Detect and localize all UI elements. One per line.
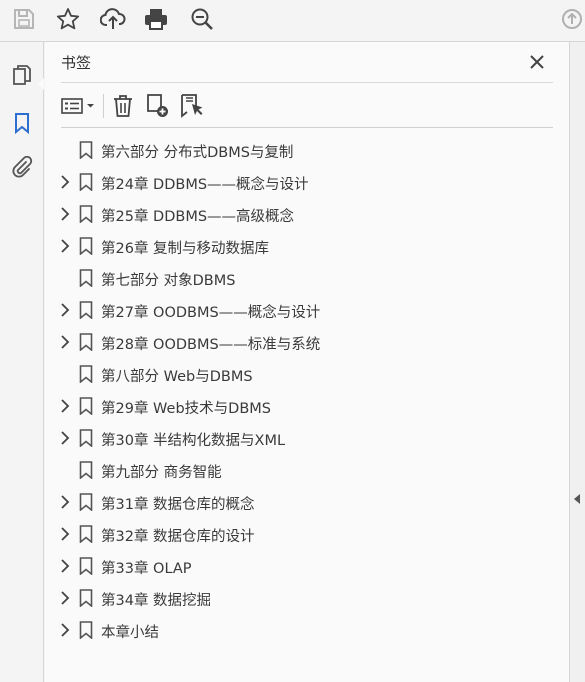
bookmark-label[interactable]: 第26章 复制与移动数据库 (101, 237, 269, 258)
bookmark-icon (79, 461, 93, 480)
bookmark-item[interactable]: 第30章 半结构化数据与XML (45, 422, 569, 454)
upload-cloud-icon[interactable] (100, 6, 126, 32)
scroll-up-icon[interactable] (559, 6, 585, 32)
bookmark-label[interactable]: 第30章 半结构化数据与XML (101, 429, 285, 450)
chevron-right-icon[interactable] (57, 494, 73, 510)
chevron-right-icon[interactable] (57, 398, 73, 414)
bookmark-label[interactable]: 第32章 数据仓库的设计 (101, 525, 255, 546)
bookmark-label[interactable]: 第八部分 Web与DBMS (101, 365, 253, 386)
active-pointer (38, 78, 44, 90)
bookmark-label[interactable]: 第七部分 对象DBMS (101, 269, 235, 290)
options-menu-icon[interactable] (61, 92, 97, 120)
panel-toolbar (45, 88, 569, 126)
chevron-right-icon[interactable] (57, 430, 73, 446)
delete-icon[interactable] (111, 92, 135, 120)
bookmark-icon (79, 397, 93, 416)
bookmark-icon (79, 493, 93, 512)
chevron-right-icon[interactable] (57, 238, 73, 254)
bookmark-item[interactable]: 第31章 数据仓库的概念 (45, 486, 569, 518)
top-toolbar (0, 0, 585, 42)
bookmark-item[interactable]: 第八部分 Web与DBMS (45, 358, 569, 390)
bookmark-icon (79, 589, 93, 608)
bookmark-item[interactable]: 第25章 DDBMS——高级概念 (45, 198, 569, 230)
divider (61, 127, 553, 128)
bookmark-label[interactable]: 第34章 数据挖掘 (101, 589, 211, 610)
bookmark-item[interactable]: 第六部分 分布式DBMS与复制 (45, 134, 569, 166)
bookmark-from-selection-icon[interactable] (179, 92, 205, 120)
tool-divider (103, 94, 104, 118)
bookmark-item[interactable]: 第九部分 商务智能 (45, 454, 569, 486)
left-rail (0, 42, 44, 682)
bookmark-label[interactable]: 第31章 数据仓库的概念 (101, 493, 255, 514)
chevron-right-icon[interactable] (57, 174, 73, 190)
bookmark-item[interactable]: 第七部分 对象DBMS (45, 262, 569, 294)
bookmark-icon (79, 141, 93, 160)
chevron-right-icon[interactable] (57, 558, 73, 574)
bookmark-icon (79, 365, 93, 384)
bookmark-item[interactable]: 第27章 OODBMS——概念与设计 (45, 294, 569, 326)
chevron-right-icon[interactable] (57, 590, 73, 606)
bookmark-item[interactable]: 第24章 DDBMS——概念与设计 (45, 166, 569, 198)
chevron-right-icon[interactable] (57, 334, 73, 350)
attachment-icon[interactable] (9, 154, 35, 180)
bookmark-icon (79, 621, 93, 640)
bookmark-label[interactable]: 第25章 DDBMS——高级概念 (101, 205, 294, 226)
bookmark-icon[interactable] (9, 110, 35, 136)
divider (61, 82, 553, 83)
star-icon[interactable] (55, 6, 81, 32)
bookmark-item[interactable]: 第32章 数据仓库的设计 (45, 518, 569, 550)
bookmark-label[interactable]: 本章小结 (101, 621, 159, 642)
collapse-arrow-icon[interactable] (574, 494, 580, 504)
bookmark-item[interactable]: 第33章 OLAP (45, 550, 569, 582)
bookmark-icon (79, 205, 93, 224)
bookmark-icon (79, 301, 93, 320)
bookmark-item[interactable]: 第34章 数据挖掘 (45, 582, 569, 614)
panel-header: 书签 (45, 42, 569, 82)
bookmark-label[interactable]: 第27章 OODBMS——概念与设计 (101, 301, 320, 322)
save-icon[interactable] (11, 6, 37, 32)
panel-collapse-strip[interactable] (569, 42, 585, 682)
new-bookmark-icon[interactable] (145, 92, 171, 120)
bookmark-icon (79, 237, 93, 256)
close-icon[interactable] (527, 52, 547, 72)
bookmark-item[interactable]: 第26章 复制与移动数据库 (45, 230, 569, 262)
chevron-right-icon[interactable] (57, 622, 73, 638)
bookmark-label[interactable]: 第六部分 分布式DBMS与复制 (101, 141, 293, 162)
pages-icon[interactable] (9, 62, 35, 88)
bookmark-item[interactable]: 本章小结 (45, 614, 569, 646)
zoom-out-icon[interactable] (189, 6, 215, 32)
bookmark-list: 第六部分 分布式DBMS与复制 第24章 DDBMS——概念与设计 第25章 DDB… (45, 134, 569, 646)
bookmark-icon (79, 525, 93, 544)
bookmark-item[interactable]: 第28章 OODBMS——标准与系统 (45, 326, 569, 358)
chevron-right-icon[interactable] (57, 302, 73, 318)
bookmark-icon (79, 173, 93, 192)
bookmark-label[interactable]: 第24章 DDBMS——概念与设计 (101, 173, 309, 194)
bookmark-icon (79, 557, 93, 576)
bookmark-icon (79, 333, 93, 352)
chevron-right-icon[interactable] (57, 526, 73, 542)
bookmark-icon (79, 269, 93, 288)
print-icon[interactable] (143, 6, 169, 32)
bookmark-label[interactable]: 第33章 OLAP (101, 557, 192, 578)
bookmark-item[interactable]: 第29章 Web技术与DBMS (45, 390, 569, 422)
bookmark-label[interactable]: 第29章 Web技术与DBMS (101, 397, 271, 418)
bookmark-label[interactable]: 第九部分 商务智能 (101, 461, 222, 482)
bookmark-icon (79, 429, 93, 448)
chevron-right-icon[interactable] (57, 206, 73, 222)
bookmark-label[interactable]: 第28章 OODBMS——标准与系统 (101, 333, 320, 354)
panel-title: 书签 (61, 54, 92, 72)
bookmarks-panel: 书签 第六部分 分布式DBMS与复制 第24章 DDBMS——概念与设计 第25章 … (45, 42, 569, 682)
